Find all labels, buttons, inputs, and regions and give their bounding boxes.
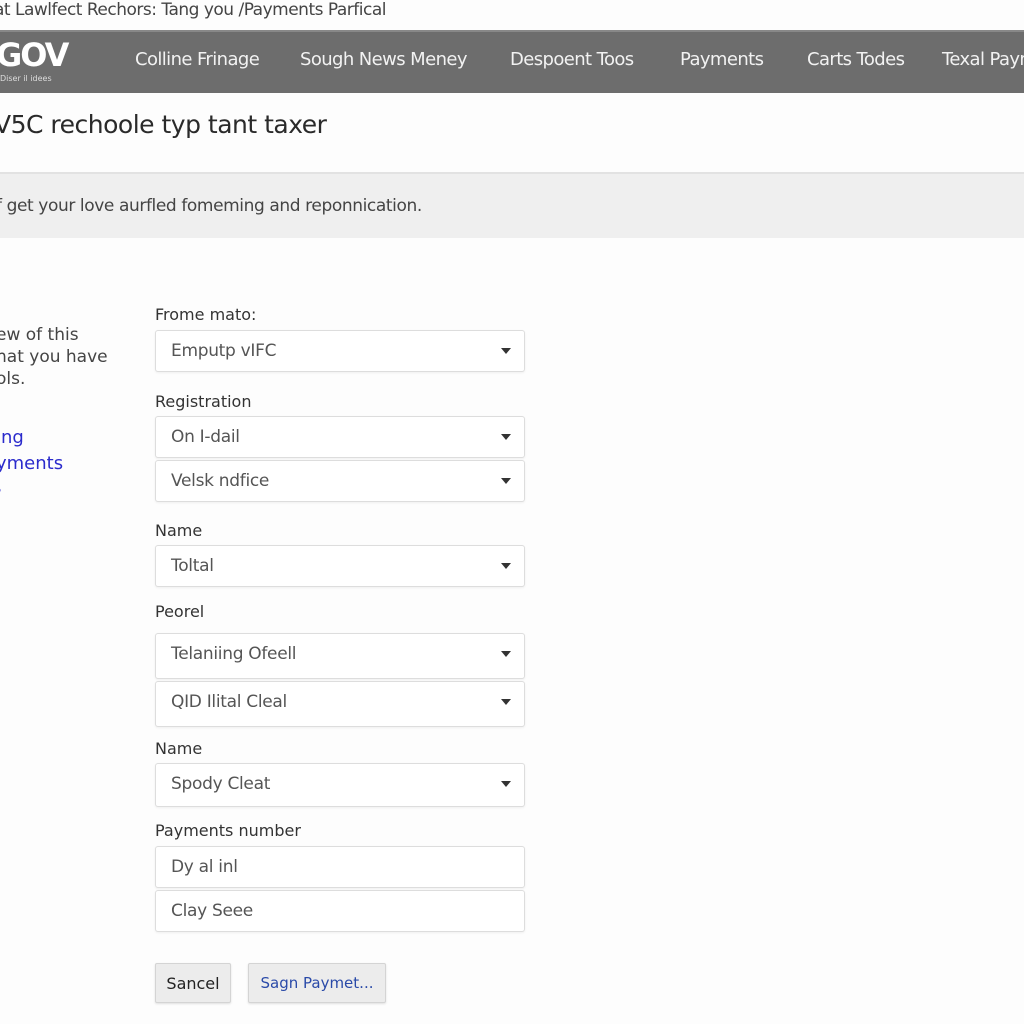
page-title: V5C rechoole typ tant taxer (0, 110, 327, 139)
sidebar-text: ols. (0, 369, 26, 389)
field-label: Frome mato: (155, 305, 257, 324)
nav-item[interactable]: Texal Payments (942, 49, 1024, 70)
nav-item[interactable]: Despoent Toos (510, 49, 634, 70)
select-value: Emputp vIFC (171, 341, 277, 361)
sidebar-text: ew of this (0, 325, 79, 345)
field-label: Peorel (155, 602, 205, 621)
gov-logo[interactable]: GOV (0, 36, 69, 74)
caret-down-icon (501, 478, 511, 484)
sidebar-link-payments[interactable]: yments (0, 453, 63, 474)
name-select[interactable]: Toltal (155, 545, 525, 587)
select-value: On I-dail (171, 427, 240, 447)
caret-down-icon (501, 781, 511, 787)
submit-payment-button[interactable]: Sagn Paymet... (248, 963, 386, 1003)
payments-number-input-2[interactable]: Clay Seee (155, 890, 525, 932)
nav-item[interactable]: Carts Todes (807, 49, 905, 70)
caret-down-icon (501, 699, 511, 705)
breadcrumb: at Lawlfect Rechors: Tang you /Payments … (0, 0, 386, 20)
select-value: Toltal (171, 556, 214, 576)
intro-band: f get your love aurfled fomeming and rep… (0, 172, 1024, 238)
field-label: Name (155, 739, 203, 758)
field-label: Name (155, 521, 203, 540)
select-value: QID Ilital Cleal (171, 692, 287, 712)
select-value: Velsk ndfice (171, 471, 270, 491)
field-label: Registration (155, 392, 252, 411)
nav-item[interactable]: Colline Frinage (135, 49, 260, 70)
name-select-2[interactable]: Spody Cleat (155, 763, 525, 807)
caret-down-icon (501, 348, 511, 354)
caret-down-icon (501, 563, 511, 569)
select-value: Spody Cleat (171, 774, 271, 794)
sidebar-text: hat you have (0, 347, 108, 367)
select-value: Telaniing Ofeell (171, 644, 297, 664)
logo-subtitle: Diser il idees (0, 74, 52, 83)
registration-select[interactable]: On I-dail (155, 416, 525, 458)
payments-number-input[interactable]: Dy al inl (155, 846, 525, 888)
sidebar-link[interactable]: ing (0, 427, 24, 448)
top-nav: GOV Diser il idees Colline Frinage Sough… (0, 30, 1024, 93)
period-select-2[interactable]: QID Ilital Cleal (155, 681, 525, 727)
input-value: Dy al inl (171, 857, 238, 877)
from-select[interactable]: Emputp vIFC (155, 330, 525, 372)
caret-down-icon (501, 434, 511, 440)
caret-down-icon (501, 651, 511, 657)
field-label: Payments number (155, 821, 301, 840)
registration-select-2[interactable]: Velsk ndfice (155, 460, 525, 502)
period-select[interactable]: Telaniing Ofeell (155, 633, 525, 679)
cancel-button[interactable]: Sancel (155, 963, 231, 1003)
sidebar-link[interactable]: s (0, 477, 1, 498)
nav-item[interactable]: Sough News Meney (300, 49, 468, 70)
intro-text: f get your love aurfled fomeming and rep… (0, 196, 422, 216)
nav-item-payments[interactable]: Payments (680, 49, 764, 70)
input-value: Clay Seee (171, 901, 253, 921)
